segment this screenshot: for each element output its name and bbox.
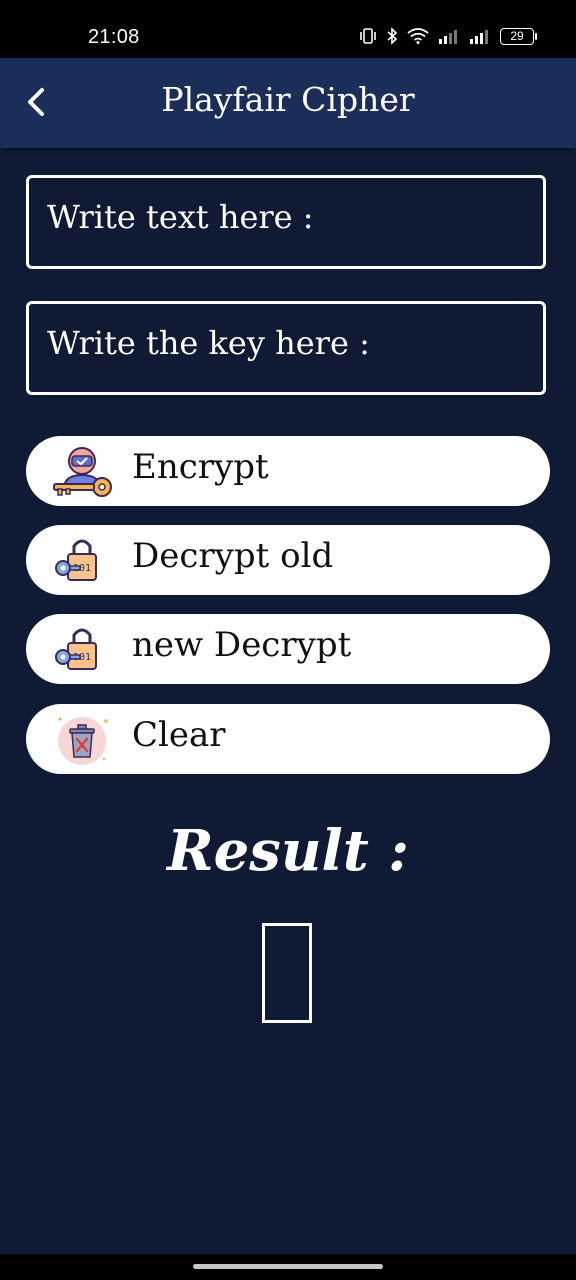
vibrate-icon bbox=[360, 28, 376, 44]
page-title: Playfair Cipher bbox=[161, 80, 415, 119]
status-bar: 21:08 29 bbox=[0, 0, 576, 58]
encrypt-label: Encrypt bbox=[132, 447, 269, 487]
text-input[interactable]: Write text here : bbox=[26, 175, 546, 269]
navigation-bar bbox=[0, 1254, 576, 1280]
key-input[interactable]: Write the key here : bbox=[26, 301, 546, 395]
padlock-key-icon: 101 bbox=[55, 539, 97, 581]
decrypt-old-label: Decrypt old bbox=[132, 536, 334, 576]
new-decrypt-button[interactable]: 101 new Decrypt bbox=[26, 614, 550, 684]
wifi-icon bbox=[407, 28, 429, 44]
clear-button[interactable]: Clear bbox=[26, 704, 550, 774]
status-time: 21:08 bbox=[88, 26, 140, 48]
new-decrypt-label: new Decrypt bbox=[132, 625, 352, 665]
status-icons: 29 bbox=[359, 27, 537, 45]
bluetooth-icon bbox=[387, 27, 398, 45]
signal-icon-2 bbox=[470, 30, 488, 44]
battery-icon: 29 bbox=[500, 27, 537, 45]
signal-icon bbox=[439, 30, 457, 44]
person-key-icon bbox=[53, 447, 112, 497]
result-value bbox=[262, 923, 312, 1023]
encrypt-button[interactable]: Encrypt bbox=[26, 436, 550, 506]
result-label: Result : bbox=[167, 818, 409, 884]
padlock-key-icon: 101 bbox=[55, 628, 97, 670]
trash-icon bbox=[58, 717, 108, 765]
clear-label: Clear bbox=[132, 715, 226, 755]
decrypt-old-button[interactable]: 101 Decrypt old bbox=[26, 525, 550, 595]
app-bar: Playfair Cipher bbox=[0, 58, 576, 148]
home-indicator[interactable] bbox=[193, 1264, 383, 1269]
